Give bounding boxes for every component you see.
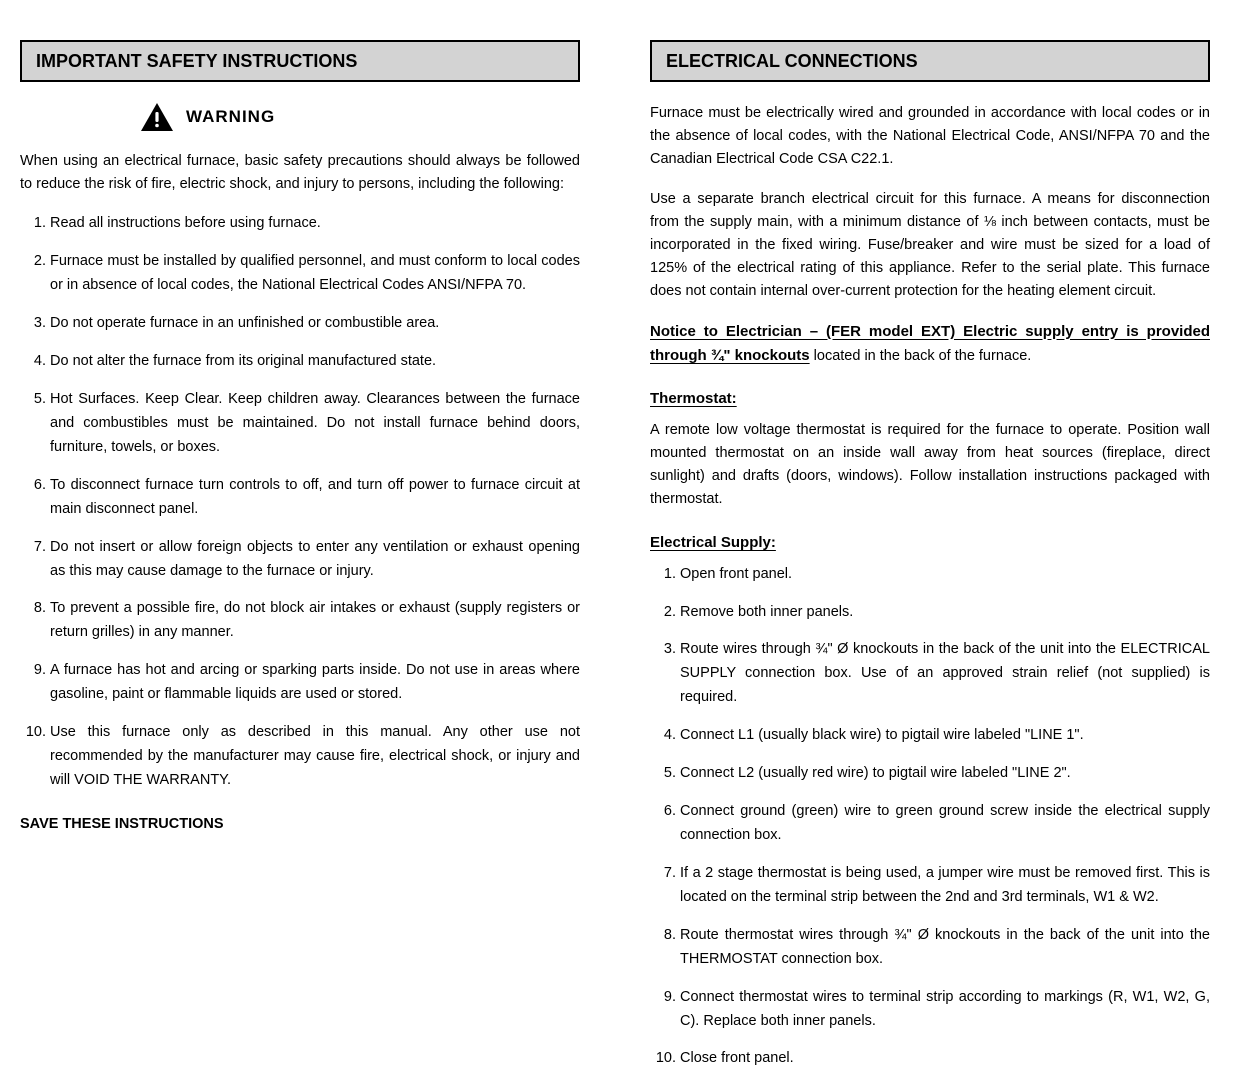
safety-item: Furnace must be installed by qualified p… xyxy=(50,250,580,298)
supply-step: Open front panel. xyxy=(680,563,1210,587)
elec-p1: Furnace must be electrically wired and g… xyxy=(650,102,1210,172)
thermostat-header: Thermostat: xyxy=(650,390,1210,407)
supply-step: Connect thermostat wires to terminal str… xyxy=(680,986,1210,1034)
supply-step: Remove both inner panels. xyxy=(680,601,1210,625)
supply-step: Route thermostat wires through ¾" Ø knoc… xyxy=(680,924,1210,972)
warning-triangle-icon xyxy=(140,102,174,132)
warning-text: WARNING xyxy=(186,107,275,127)
safety-item: Do not alter the furnace from its origin… xyxy=(50,350,580,374)
supply-steps: Open front panel. Remove both inner panel… xyxy=(680,563,1210,1072)
electrical-header-text: ELECTRICAL CONNECTIONS xyxy=(666,51,918,72)
save-instructions: SAVE THESE INSTRUCTIONS xyxy=(20,813,580,836)
electrical-header: ELECTRICAL CONNECTIONS xyxy=(650,40,1210,82)
safety-header: IMPORTANT SAFETY INSTRUCTIONS xyxy=(20,40,580,82)
safety-item: Do not insert or allow foreign objects t… xyxy=(50,536,580,584)
notice-body: located in the back of the furnace. xyxy=(814,348,1032,364)
supply-step: Connect ground (green) wire to green gro… xyxy=(680,800,1210,848)
supply-header: Electrical Supply: xyxy=(650,534,1210,551)
safety-item: To prevent a possible fire, do not block… xyxy=(50,597,580,645)
left-column: IMPORTANT SAFETY INSTRUCTIONS WARNING Wh… xyxy=(20,40,580,1085)
supply-step: Connect L1 (usually black wire) to pigta… xyxy=(680,724,1210,748)
safety-item: Use this furnace only as described in th… xyxy=(50,721,580,793)
safety-item: Hot Surfaces. Keep Clear. Keep children … xyxy=(50,388,580,460)
safety-item: To disconnect furnace turn controls to o… xyxy=(50,474,580,522)
right-column: ELECTRICAL CONNECTIONS Furnace must be e… xyxy=(650,40,1210,1085)
safety-item: Read all instructions before using furna… xyxy=(50,212,580,236)
safety-header-text: IMPORTANT SAFETY INSTRUCTIONS xyxy=(36,51,357,72)
safety-item: Do not operate furnace in an unfinished … xyxy=(50,312,580,336)
supply-step: Close front panel. xyxy=(680,1047,1210,1071)
supply-step: Route wires through ¾" Ø knockouts in th… xyxy=(680,638,1210,710)
warning-label-row: WARNING xyxy=(140,102,580,132)
notice-block: Notice to Electrician – (FER model EXT) … xyxy=(650,320,1210,368)
elec-p2: Use a separate branch electrical circuit… xyxy=(650,188,1210,304)
supply-step: Connect L2 (usually red wire) to pigtail… xyxy=(680,762,1210,786)
thermostat-body: A remote low voltage thermostat is requi… xyxy=(650,419,1210,512)
safety-intro: When using an electrical furnace, basic … xyxy=(20,150,580,196)
safety-list: Read all instructions before using furna… xyxy=(50,212,580,793)
supply-step: If a 2 stage thermostat is being used, a… xyxy=(680,862,1210,910)
safety-item: A furnace has hot and arcing or sparking… xyxy=(50,659,580,707)
